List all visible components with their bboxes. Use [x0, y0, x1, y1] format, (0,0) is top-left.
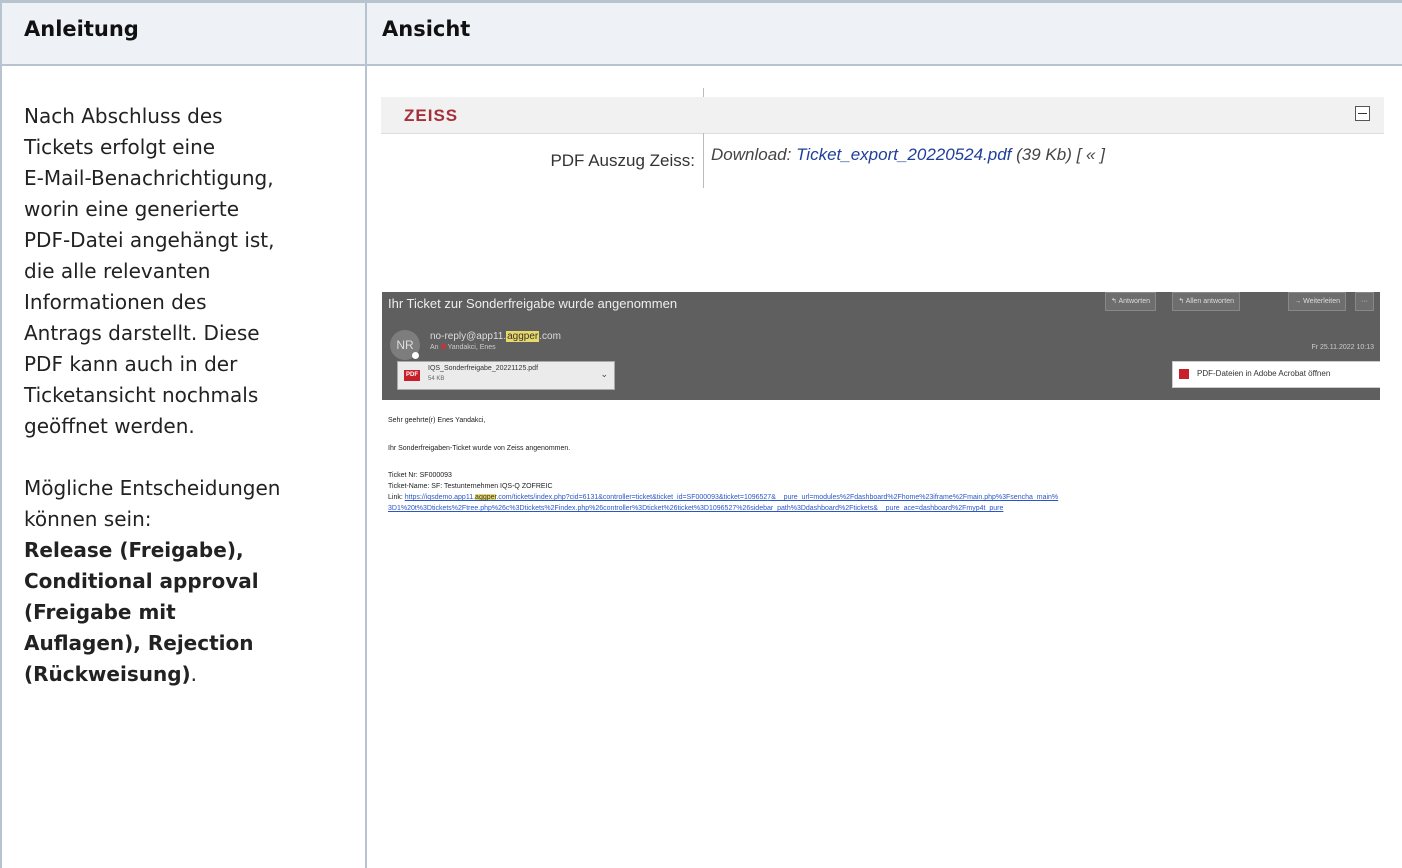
email-date: Fr 25.11.2022 10:13	[1311, 344, 1374, 351]
forward-button[interactable]: → Weiterleiten	[1288, 292, 1346, 311]
instruction-line: worin eine generierte	[24, 197, 240, 221]
attachment-name: IQS_Sonderfreigabe_20221125.pdf	[428, 365, 539, 372]
sender-suffix: .com	[539, 331, 561, 342]
instruction-text: Nach Abschluss des Tickets erfolgt eine E-…	[24, 101, 364, 690]
instruction-table: Anleitung Ansicht Nach Abschluss des Tick…	[0, 0, 1402, 868]
header-ansicht: Ansicht	[382, 17, 471, 41]
email-greeting: Sehr geehrte(r) Enes Yandakci,	[388, 417, 486, 424]
chevron-down-icon[interactable]: ⌄	[600, 369, 608, 380]
sender-highlight: aggper	[506, 331, 540, 342]
file-size: (39 Kb) [ « ]	[1011, 145, 1105, 164]
zeiss-section-header: ZEISS	[381, 97, 1384, 134]
decision-option-text: Auflagen), Rejection	[24, 631, 254, 655]
table-border-top	[0, 0, 1402, 3]
column-divider	[365, 0, 367, 868]
decision-option-line: Conditional approval	[24, 566, 364, 597]
email-subject: Ihr Ticket zur Sonderfreigabe wurde ange…	[388, 296, 678, 311]
table-header	[2, 3, 1402, 64]
decision-option-text: (Freigabe mit	[24, 600, 176, 624]
email-screenshot: Ihr Ticket zur Sonderfreigabe wurde ange…	[382, 292, 1380, 550]
panel-divider	[703, 133, 704, 188]
ticket-link-row: Link: https://iqsdemo.app11.aggper.com/t…	[388, 494, 1058, 501]
recipient-prefix: An	[430, 344, 439, 351]
instruction-line: PDF kann auch in der	[24, 352, 238, 376]
acrobat-icon	[1179, 369, 1189, 379]
ticket-link[interactable]: https://iqsdemo.app11.aggper.com/tickets…	[405, 494, 1058, 501]
instruction-line: die alle relevanten	[24, 259, 211, 283]
email-header: Ihr Ticket zur Sonderfreigabe wurde ange…	[382, 292, 1380, 400]
ticket-name: Ticket-Name: SF: Testunternehmen IQS-Q Z…	[388, 483, 553, 490]
link-part1: https://iqsdemo.app11.	[404, 494, 476, 501]
acrobat-label: PDF-Dateien in Adobe Acrobat öffnen	[1197, 369, 1331, 378]
instruction-line: E-Mail-Benachrichtigung,	[24, 166, 274, 190]
decision-option-line: (Rückweisung).	[24, 659, 364, 690]
pdf-download-line: Download: Ticket_export_20220524.pdf (39…	[711, 145, 1105, 165]
pdf-extract-label: PDF Auszug Zeiss:	[550, 151, 695, 170]
decision-option-line: (Freigabe mit	[24, 597, 364, 628]
collapse-icon[interactable]	[1355, 106, 1370, 121]
decision-intro-line: Mögliche Entscheidungen	[24, 476, 281, 500]
sender-prefix: no-reply@app11.	[430, 331, 507, 342]
link-highlight: aggper	[475, 494, 497, 501]
sentence-end: .	[190, 662, 198, 686]
ticket-number: Ticket Nr: SF000093	[388, 472, 452, 479]
ticket-link-continued[interactable]: 3D1%20t%3Dtickets%2Ftree.php%26c%3Dticke…	[388, 505, 1003, 512]
attachment-size: 54 KB	[428, 376, 445, 382]
decisions-paragraph: Mögliche Entscheidungen können sein: Relea…	[24, 473, 364, 690]
presence-icon	[412, 352, 419, 359]
instruction-line: PDF-Datei angehängt ist,	[24, 228, 275, 252]
decision-option-text: Release (Freigabe),	[24, 538, 244, 562]
instruction-line: Tickets erfolgt eine	[24, 135, 216, 159]
instruction-line: Nach Abschluss des	[24, 104, 223, 128]
email-sender: no-reply@app11.aggper.com	[430, 331, 561, 342]
header-divider	[0, 64, 1402, 66]
attachment[interactable]: PDF IQS_Sonderfreigabe_20221125.pdf 54 K…	[397, 361, 615, 390]
recipient-status-icon	[440, 344, 446, 349]
reply-button[interactable]: ↰ Antworten	[1105, 292, 1156, 311]
instruction-paragraph: Nach Abschluss des Tickets erfolgt eine E-…	[24, 101, 364, 442]
decision-option-text: (Rückweisung)	[24, 662, 191, 686]
email-message: Ihr Sonderfreigaben-Ticket wurde von Zei…	[388, 445, 571, 452]
reply-all-button[interactable]: ↰ Allen antworten	[1172, 292, 1240, 311]
decision-intro-line: können sein:	[24, 507, 152, 531]
zeiss-logo-text: ZEISS	[404, 106, 459, 125]
download-prefix: Download:	[711, 145, 797, 164]
instruction-line: geöffnet werden.	[24, 414, 195, 438]
email-recipient: An Yandakci, Enes	[430, 344, 496, 351]
instruction-line: Ticketansicht nochmals	[24, 383, 259, 407]
table-border-left	[0, 0, 2, 868]
link-part2: .com/tickets/index.php?cid=6131&controll…	[496, 494, 1059, 501]
pdf-download-link[interactable]: Ticket_export_20220524.pdf	[796, 145, 1011, 164]
recipient-name: Yandakci, Enes	[447, 344, 496, 351]
decision-option-text: Conditional approval	[24, 569, 259, 593]
decision-option-line: Release (Freigabe),	[24, 535, 364, 566]
link-label: Link:	[388, 494, 405, 501]
pdf-file-icon: PDF	[404, 370, 420, 381]
more-button[interactable]: ···	[1355, 292, 1374, 311]
instruction-line: Informationen des	[24, 290, 207, 314]
header-anleitung: Anleitung	[24, 17, 139, 41]
decision-option-line: Auflagen), Rejection	[24, 628, 364, 659]
instruction-line: Antrags darstellt. Diese	[24, 321, 260, 345]
open-in-acrobat-button[interactable]: PDF-Dateien in Adobe Acrobat öffnen	[1172, 361, 1380, 388]
